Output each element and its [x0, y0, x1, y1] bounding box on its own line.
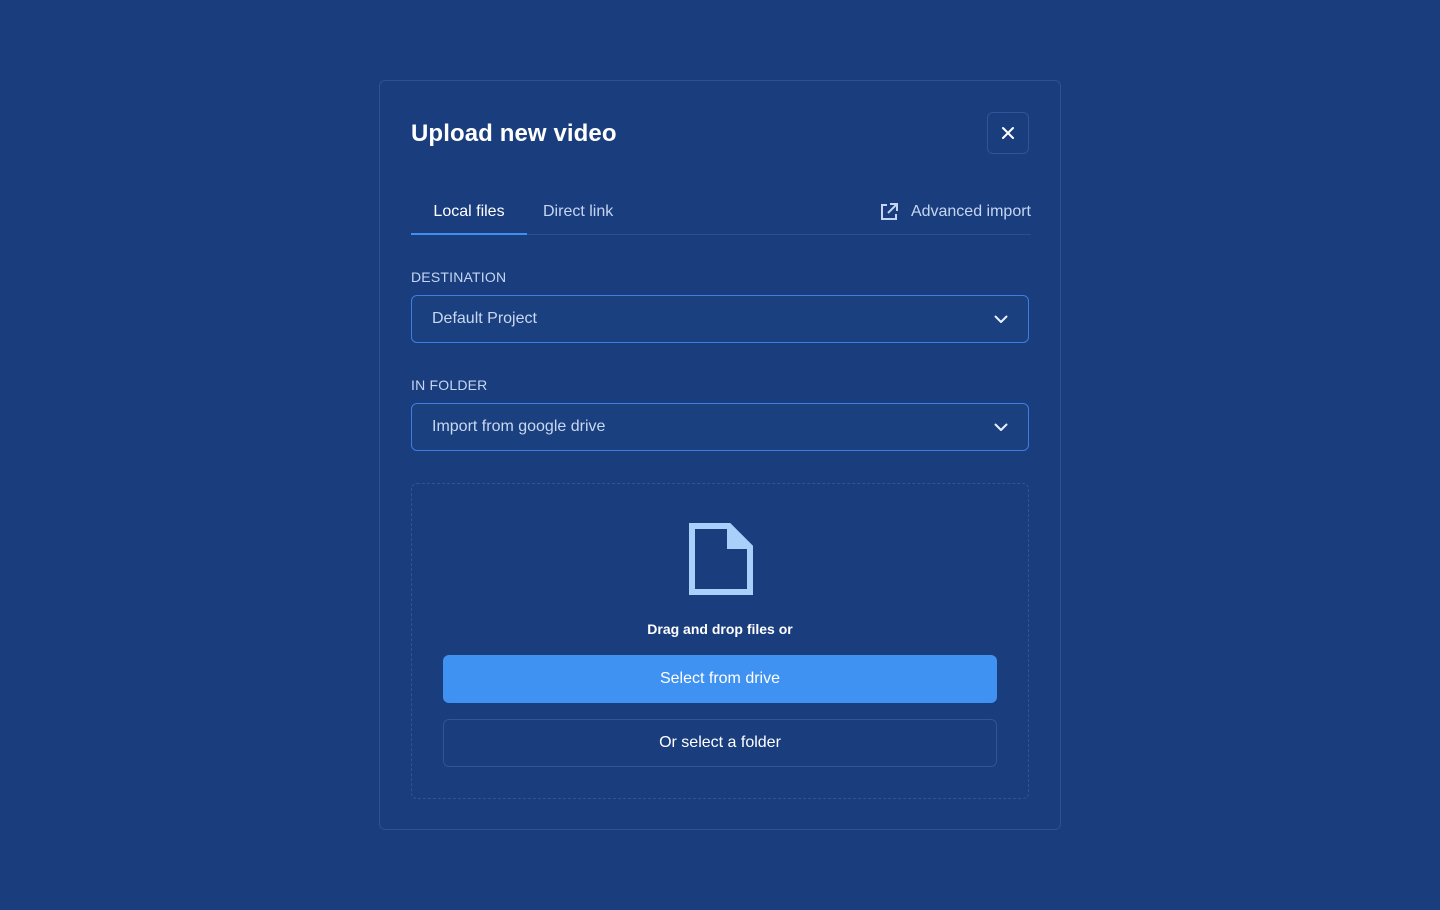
upload-modal: Upload new video Local files Direct link…	[379, 80, 1061, 830]
chevron-down-icon	[994, 315, 1008, 323]
destination-value: Default Project	[432, 310, 537, 327]
tab-direct-link[interactable]: Direct link	[543, 199, 613, 235]
advanced-import-label: Advanced import	[910, 203, 1031, 220]
tab-bar: Local files Direct link Advanced import	[411, 199, 1031, 235]
modal-title: Upload new video	[411, 120, 617, 147]
chevron-down-icon	[994, 423, 1008, 431]
advanced-import-link[interactable]: Advanced import	[879, 199, 1031, 235]
folder-label: IN FOLDER	[411, 377, 488, 393]
tab-local-files[interactable]: Local files	[411, 199, 527, 235]
external-link-icon	[879, 202, 899, 222]
destination-label: DESTINATION	[411, 269, 507, 285]
folder-select[interactable]: Import from google drive	[411, 403, 1029, 451]
close-button[interactable]	[987, 112, 1029, 154]
folder-value: Import from google drive	[432, 418, 606, 435]
select-from-drive-button[interactable]: Select from drive	[443, 655, 997, 703]
select-folder-button[interactable]: Or select a folder	[443, 719, 997, 767]
close-icon	[1002, 127, 1014, 139]
destination-select[interactable]: Default Project	[411, 295, 1029, 343]
dropzone-text: Drag and drop files or	[647, 621, 793, 637]
dropzone[interactable]: Drag and drop files or Select from drive…	[411, 483, 1029, 799]
file-icon	[687, 522, 755, 601]
